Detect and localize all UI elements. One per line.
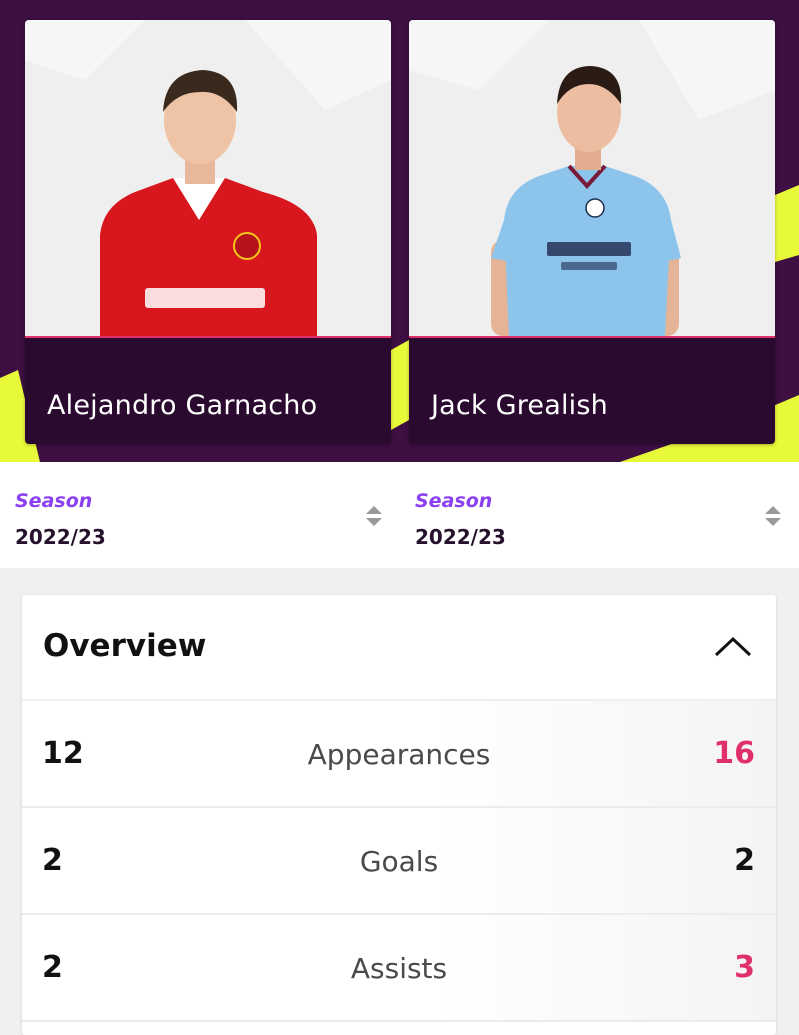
season-selector-left[interactable]: Season 2022/23 — [0, 462, 399, 568]
sort-arrows-icon[interactable] — [763, 504, 783, 528]
overview-stats-card: Overview 12 Appearances 16 2 Goals 2 2 A… — [22, 595, 776, 1035]
stat-label: Appearances — [307, 738, 491, 771]
player-photo-sky-blue-kit-icon — [409, 20, 775, 336]
overview-header[interactable]: Overview — [22, 595, 776, 701]
player-name-left: Alejandro Garnacho — [47, 390, 318, 421]
stat-row-assists: 2 Assists 3 — [22, 915, 776, 1022]
comparison-hero: Alejandro Garnacho Jack Grealish — [0, 0, 799, 462]
sort-arrows-icon[interactable] — [364, 504, 384, 528]
season-selector-bar: Season 2022/23 Season 2022/23 — [0, 462, 799, 568]
player-photo-right — [409, 20, 775, 336]
player-photo-red-kit-icon — [25, 20, 391, 336]
player-name-right: Jack Grealish — [431, 390, 608, 421]
season-label: Season — [15, 490, 93, 512]
player-card-right[interactable]: Jack Grealish — [409, 20, 775, 444]
season-value: 2022/23 — [15, 525, 106, 549]
player-card-left[interactable]: Alejandro Garnacho — [25, 20, 391, 444]
player-photo-left — [25, 20, 391, 336]
stat-value-right: 3 — [734, 950, 755, 985]
stat-label: Assists — [350, 952, 448, 985]
stat-label: Goals — [359, 845, 439, 878]
season-selector-right[interactable]: Season 2022/23 — [400, 462, 799, 568]
season-value: 2022/23 — [415, 525, 506, 549]
season-label: Season — [415, 490, 493, 512]
stat-value-right: 2 — [734, 843, 755, 878]
stat-row-appearances: 12 Appearances 16 — [22, 701, 776, 808]
name-band-right: Jack Grealish — [409, 338, 775, 444]
stat-value-right: 16 — [713, 736, 755, 771]
chevron-up-icon[interactable] — [713, 636, 753, 658]
name-band-left: Alejandro Garnacho — [25, 338, 391, 444]
overview-title: Overview — [43, 628, 207, 664]
stat-row-goals: 2 Goals 2 — [22, 808, 776, 915]
